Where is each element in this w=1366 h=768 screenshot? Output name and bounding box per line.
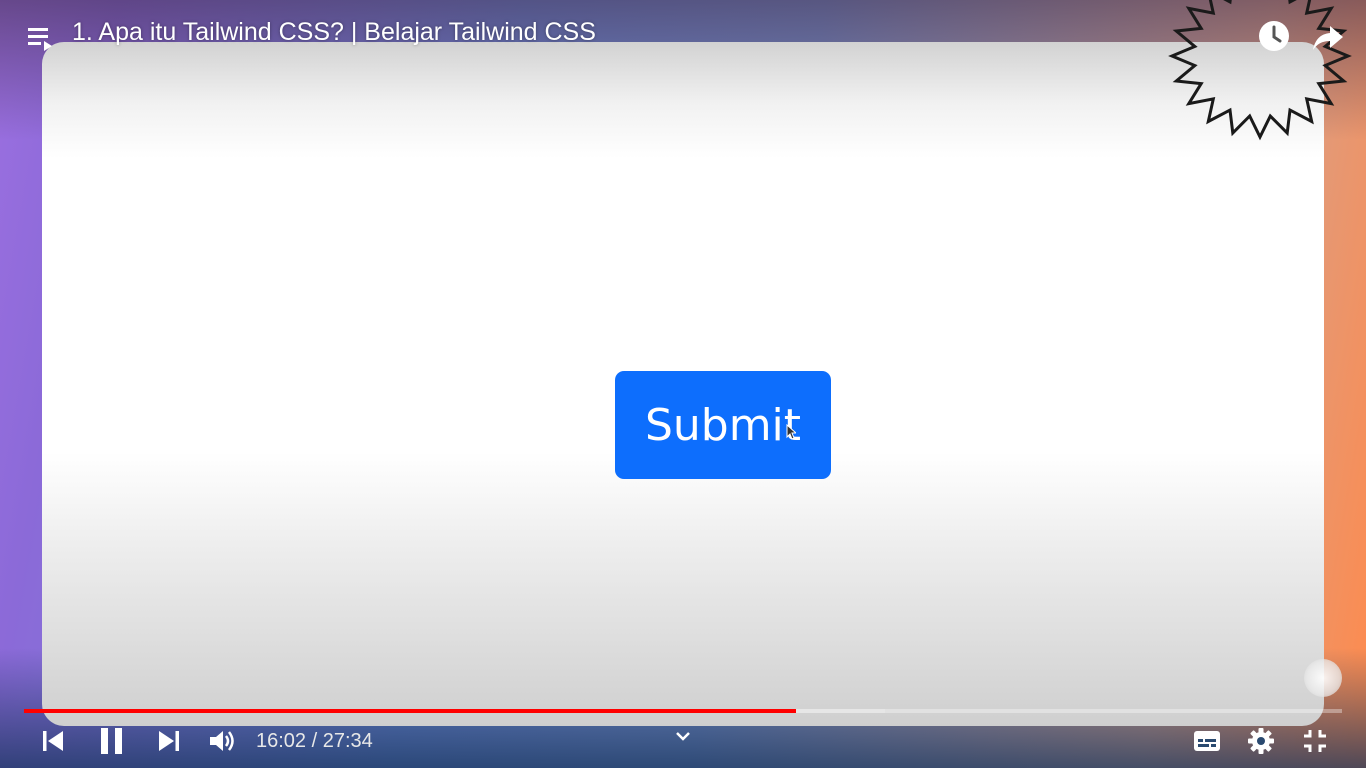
player-controls: 16:02 / 27:34 [0, 718, 1366, 768]
skip-previous-icon[interactable] [40, 728, 66, 754]
video-submit-button-label: Submit [644, 399, 802, 451]
time-current: 16:02 [256, 730, 307, 752]
player-top-bar: 1. Apa itu Tailwind CSS? | Belajar Tailw… [0, 0, 1366, 70]
gear-icon[interactable] [1247, 727, 1275, 755]
exit-fullscreen-icon[interactable] [1302, 728, 1328, 754]
time-separator: / [306, 730, 323, 752]
progress-bar[interactable] [24, 709, 1342, 713]
channel-watermark[interactable] [1304, 659, 1342, 697]
playlist-icon[interactable] [26, 24, 56, 52]
time-display: 16:02 / 27:34 [256, 730, 373, 753]
skip-next-icon[interactable] [156, 728, 182, 754]
clock-icon[interactable] [1256, 18, 1292, 54]
subtitles-icon[interactable] [1193, 728, 1221, 754]
mouse-cursor-icon [786, 424, 796, 440]
progress-played [24, 709, 797, 713]
volume-icon[interactable] [208, 727, 236, 755]
time-total: 27:34 [322, 730, 373, 752]
share-arrow-icon[interactable] [1310, 18, 1346, 54]
video-frame[interactable]: Submit [42, 42, 1324, 726]
video-submit-button: Submit [615, 371, 831, 479]
pause-icon[interactable] [98, 726, 126, 756]
chevron-down-icon[interactable] [675, 730, 691, 742]
video-title[interactable]: 1. Apa itu Tailwind CSS? | Belajar Tailw… [72, 18, 596, 47]
